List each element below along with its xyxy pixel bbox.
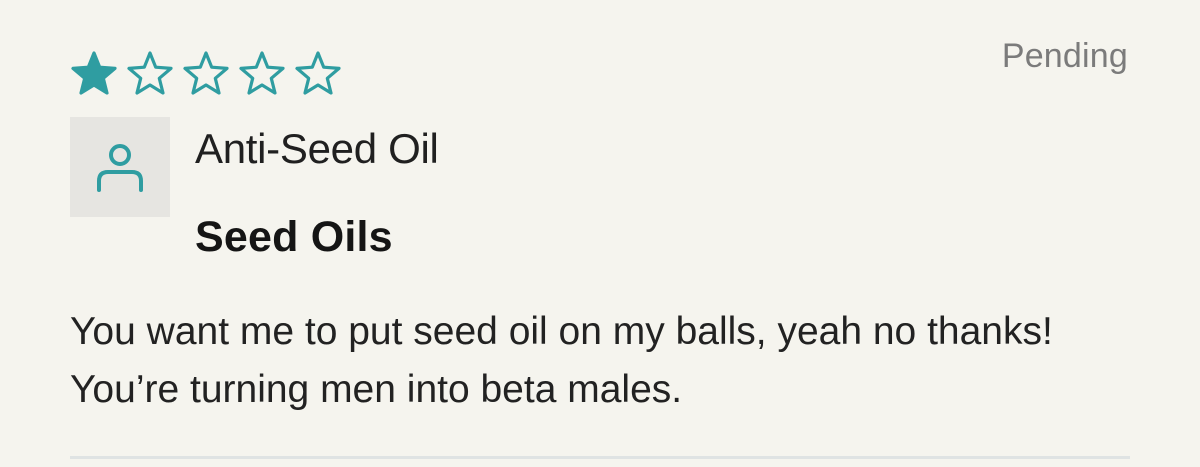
star-outline-icon [238,50,286,98]
star-outline-icon [294,50,342,98]
review-status: Pending [1001,37,1128,75]
star-outline-icon [182,50,230,98]
review-title: Seed Oils [195,213,393,261]
star-filled-icon [70,50,118,98]
user-icon [97,144,143,192]
divider [70,456,1130,459]
avatar [70,117,170,217]
review-author: Anti-Seed Oil [195,125,439,172]
review-card: Pending Anti-Seed Oil Seed Oils You want… [0,0,1200,467]
star-outline-icon [126,50,174,98]
star-rating [70,50,342,98]
review-body: You want me to put seed oil on my balls,… [70,310,1053,411]
